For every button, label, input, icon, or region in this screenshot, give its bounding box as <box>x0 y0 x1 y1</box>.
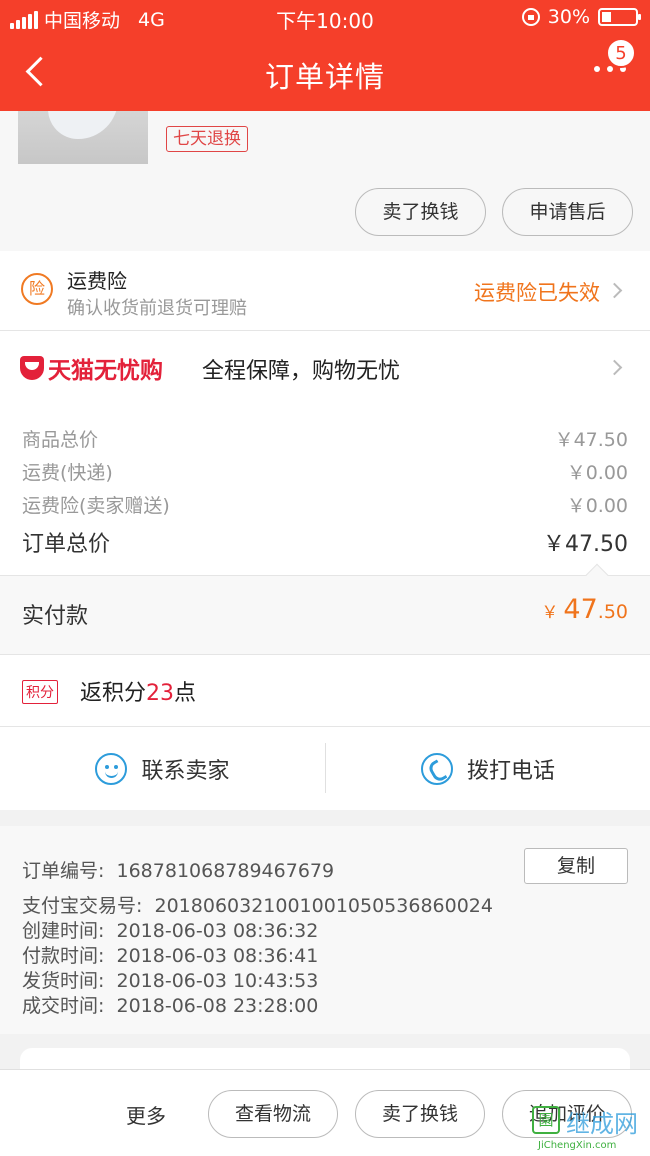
price-label: 运费险(卖家赠送) <box>22 495 170 517</box>
chevron-right-icon <box>606 359 623 376</box>
amount-decimal: .50 <box>597 601 628 623</box>
battery-icon <box>598 8 641 26</box>
points-row: 积分 返积分23点 <box>0 655 650 727</box>
app-header: 中国移动 4G 下午10:00 30% 订单详情 5 <box>0 0 650 111</box>
price-row: 运费险(卖家赠送) ￥0.00 <box>22 491 628 518</box>
view-logistics-button[interactable]: 查看物流 <box>208 1090 338 1138</box>
completed-time-row: 成交时间: 2018-06-08 23:28:00 <box>22 991 318 1018</box>
price-value: ￥0.00 <box>566 462 628 484</box>
insurance-subtitle: 确认收货前退货可理赔 <box>67 298 247 319</box>
amount-paid-value: ￥ 47.50 <box>541 594 628 625</box>
order-number-row: 订单编号: 168781068789467679 <box>22 856 334 883</box>
watermark-logo-icon: 園 <box>532 1106 560 1134</box>
price-label: 运费(快递) <box>22 462 113 484</box>
shipped-time-row: 发货时间: 2018-06-03 10:43:53 <box>22 966 318 993</box>
order-info: 订单编号: 168781068789467679 复制 支付宝交易号: 2018… <box>0 826 650 1034</box>
amount-integer: 47 <box>563 594 598 625</box>
page-title: 订单详情 <box>264 60 385 94</box>
info-value: 2018060321001001050536860024 <box>154 895 493 917</box>
tmall-description: 全程保障，购物无忧 <box>202 359 401 384</box>
more-button[interactable]: 更多 <box>126 1100 166 1129</box>
order-total-row: 订单总价 ￥47.50 <box>22 526 628 558</box>
return-policy-tag: 七天退换 <box>166 126 248 152</box>
price-summary: 商品总价 ￥47.50 运费(快递) ￥0.00 运费险(卖家赠送) ￥0.00… <box>0 405 650 575</box>
product-section: 七天退换 卖了换钱 申请售后 <box>0 111 650 251</box>
info-label: 发货时间: <box>22 970 105 992</box>
info-value: 168781068789467679 <box>116 860 335 882</box>
created-time-row: 创建时间: 2018-06-03 08:36:32 <box>22 916 318 943</box>
price-value: ￥47.50 <box>554 429 628 451</box>
price-value: ￥0.00 <box>566 495 628 517</box>
alipay-trade-row: 支付宝交易号: 2018060321001001050536860024 <box>22 891 493 918</box>
info-label: 付款时间: <box>22 945 105 967</box>
contact-seller-label: 联系卖家 <box>141 758 230 784</box>
tmall-logo-text: 天猫无忧购 <box>48 358 163 384</box>
rotation-lock-icon <box>521 8 540 26</box>
sell-button[interactable]: 卖了换钱 <box>355 188 486 236</box>
info-value: 2018-06-03 10:43:53 <box>116 970 319 992</box>
status-bar: 中国移动 4G 下午10:00 30% <box>0 0 650 36</box>
tmall-shield-icon <box>20 356 44 380</box>
info-value: 2018-06-03 08:36:41 <box>116 945 319 967</box>
currency-symbol: ￥ <box>541 603 559 623</box>
tmall-guarantee-row[interactable]: 天猫无忧购 全程保障，购物无忧 <box>0 331 650 405</box>
price-label: 商品总价 <box>22 429 99 451</box>
call-phone-button[interactable]: 拨打电话 <box>326 727 650 810</box>
product-thumbnail[interactable] <box>18 111 148 164</box>
order-total-label: 订单总价 <box>22 532 111 557</box>
points-number: 23 <box>146 681 175 706</box>
amount-paid-label: 实付款 <box>22 604 89 629</box>
message-badge[interactable]: 5 <box>606 38 636 68</box>
order-total-value: ￥47.50 <box>543 532 628 557</box>
points-prefix: 返积分 <box>80 681 147 706</box>
info-value: 2018-06-08 23:28:00 <box>116 995 319 1017</box>
insurance-status: 运费险已失效 <box>474 281 600 305</box>
amount-paid-row: 实付款 ￥ 47.50 <box>0 563 650 655</box>
site-watermark: 園 继成网 JiChengXin.com <box>528 1104 646 1154</box>
insurance-icon: 险 <box>21 273 53 305</box>
info-label: 创建时间: <box>22 920 105 942</box>
points-text: 返积分23点 <box>80 675 196 707</box>
watermark-url: JiChengXin.com <box>538 1140 617 1151</box>
points-tag: 积分 <box>22 680 58 704</box>
after-sale-button[interactable]: 申请售后 <box>502 188 633 236</box>
nav-bar: 订单详情 5 <box>0 36 650 111</box>
shipping-insurance-row[interactable]: 险 运费险 确认收货前退货可理赔 运费险已失效 <box>0 251 650 331</box>
status-right: 30% <box>521 6 641 28</box>
info-label: 成交时间: <box>22 995 105 1017</box>
chevron-right-icon <box>606 282 623 299</box>
contact-bar: 联系卖家 拨打电话 <box>0 727 650 810</box>
phone-icon <box>420 752 453 785</box>
battery-percent: 30% <box>547 6 590 28</box>
paid-time-row: 付款时间: 2018-06-03 08:36:41 <box>22 941 318 968</box>
info-value: 2018-06-03 08:36:32 <box>116 920 319 942</box>
price-row: 运费(快递) ￥0.00 <box>22 458 628 485</box>
tmall-logo: 天猫无忧购 <box>20 351 163 385</box>
contact-seller-button[interactable]: 联系卖家 <box>0 727 325 810</box>
info-label: 支付宝交易号: <box>22 895 143 917</box>
sell-for-cash-button[interactable]: 卖了换钱 <box>355 1090 485 1138</box>
call-phone-label: 拨打电话 <box>466 758 555 784</box>
chat-face-icon <box>95 752 128 785</box>
watermark-name: 继成网 <box>566 1110 638 1138</box>
copy-button[interactable]: 复制 <box>524 848 628 884</box>
price-row: 商品总价 ￥47.50 <box>22 425 628 452</box>
info-label: 订单编号: <box>22 860 105 882</box>
insurance-title: 运费险 <box>67 269 127 293</box>
points-suffix: 点 <box>174 681 197 706</box>
